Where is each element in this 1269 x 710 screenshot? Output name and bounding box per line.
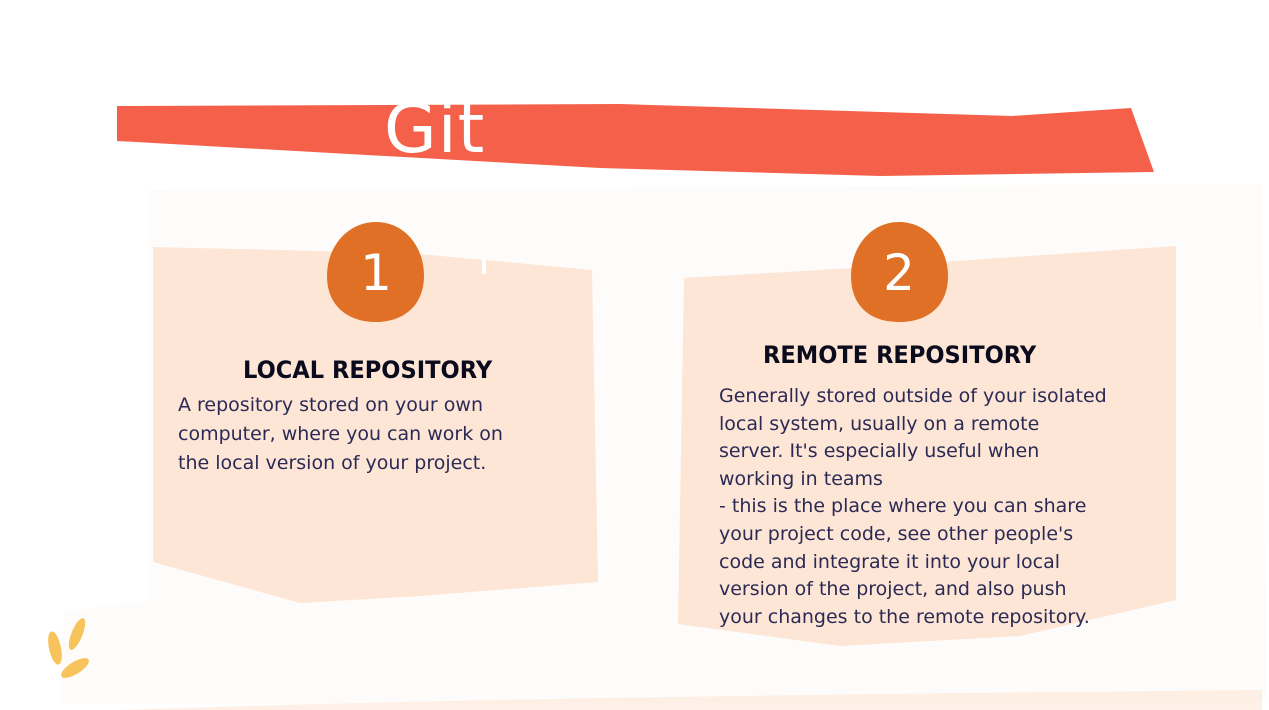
title-banner [117,104,1154,176]
step-number-1: 1 [360,244,392,302]
title-notch [482,258,486,274]
page-title: Git [384,90,486,169]
remote-repository-heading: REMOTE REPOSITORY [763,341,1037,369]
local-repository-description: A repository stored on your own computer… [178,394,503,474]
step-number-2: 2 [883,244,915,302]
local-repository-heading: LOCAL REPOSITORY [243,356,493,384]
remote-repository-description: Generally stored outside of your isolate… [719,385,1107,628]
